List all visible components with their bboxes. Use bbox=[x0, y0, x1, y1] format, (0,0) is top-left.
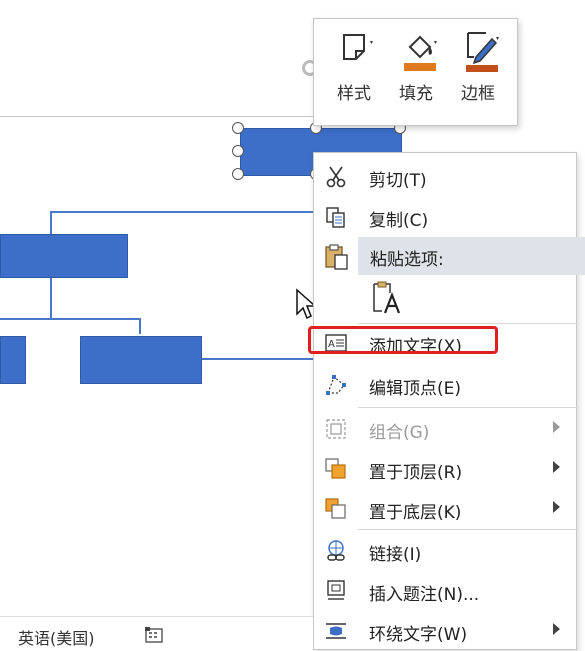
mini-toolbar: 样式 填充 边框 bbox=[313, 18, 518, 126]
connector-line bbox=[50, 277, 52, 319]
edit-points-icon bbox=[326, 375, 346, 395]
connector-line bbox=[0, 318, 140, 320]
paste-options-header: 粘贴选项: bbox=[358, 237, 585, 275]
connector-line bbox=[50, 211, 313, 213]
menu-item-edit-points[interactable]: 编辑顶点(E) bbox=[314, 365, 576, 403]
submenu-arrow-icon bbox=[553, 461, 560, 473]
send-to-back-label: 置于底层(K) bbox=[369, 503, 462, 523]
status-bar: 英语(美国) bbox=[0, 616, 313, 651]
paste-options-label: 粘贴选项: bbox=[370, 250, 444, 270]
connector-line bbox=[50, 211, 52, 235]
resize-handle[interactable] bbox=[232, 145, 244, 157]
submenu-arrow-icon bbox=[553, 623, 560, 635]
menu-item-insert-caption[interactable]: 插入题注(N)... bbox=[314, 571, 576, 609]
menu-item-copy[interactable]: 复制(C) bbox=[314, 197, 576, 235]
org-shape[interactable] bbox=[0, 234, 128, 278]
bring-to-front-icon bbox=[325, 458, 346, 479]
shape-style-icon bbox=[343, 34, 373, 60]
wrap-text-icon bbox=[326, 623, 346, 639]
border-label: 边框 bbox=[461, 84, 495, 104]
scissors-icon bbox=[326, 166, 346, 188]
hyperlink-icon bbox=[327, 540, 345, 561]
submenu-arrow-icon bbox=[553, 421, 560, 433]
copy-label: 复制(C) bbox=[369, 211, 429, 231]
paint-bucket-icon bbox=[404, 35, 437, 71]
group-icon bbox=[326, 419, 346, 439]
menu-separator bbox=[358, 407, 578, 408]
submenu-arrow-icon bbox=[553, 501, 560, 513]
org-shape[interactable] bbox=[80, 336, 202, 384]
style-label: 样式 bbox=[337, 84, 371, 104]
link-label: 链接(I) bbox=[369, 545, 422, 565]
annotation-highlight-box bbox=[308, 326, 498, 354]
menu-item-send-to-back[interactable]: 置于底层(K) bbox=[314, 489, 576, 527]
resize-handle[interactable] bbox=[232, 122, 244, 134]
menu-item-cut[interactable]: 剪切(T) bbox=[314, 157, 576, 195]
cut-label: 剪切(T) bbox=[369, 171, 427, 191]
resize-handle[interactable] bbox=[232, 168, 244, 180]
caption-icon bbox=[327, 580, 345, 600]
send-to-back-icon bbox=[325, 498, 346, 519]
pen-outline-icon bbox=[466, 32, 499, 72]
style-button[interactable]: 样式 bbox=[324, 19, 384, 127]
group-label: 组合(G) bbox=[369, 423, 430, 443]
page-guide-line bbox=[0, 116, 313, 117]
menu-separator bbox=[358, 529, 578, 530]
macro-record-icon[interactable] bbox=[143, 626, 165, 644]
menu-item-group[interactable]: 组合(G) bbox=[314, 409, 576, 447]
border-button[interactable]: 边框 bbox=[448, 19, 508, 127]
edit-points-label: 编辑顶点(E) bbox=[369, 379, 462, 399]
copy-icon bbox=[326, 207, 345, 228]
menu-item-bring-to-front[interactable]: 置于顶层(R) bbox=[314, 449, 576, 487]
paste-clipboard-icon bbox=[325, 244, 348, 270]
insert-caption-label: 插入题注(N)... bbox=[369, 585, 480, 605]
org-shape[interactable] bbox=[0, 336, 26, 384]
paste-keep-text-only-icon[interactable] bbox=[370, 281, 404, 315]
bring-to-front-label: 置于顶层(R) bbox=[369, 463, 463, 483]
wrap-text-label: 环绕文字(W) bbox=[369, 625, 468, 645]
connector-line bbox=[139, 318, 141, 334]
language-indicator[interactable]: 英语(美国) bbox=[18, 625, 95, 649]
fill-button[interactable]: 填充 bbox=[386, 19, 446, 127]
menu-item-wrap-text[interactable]: 环绕文字(W) bbox=[314, 611, 576, 649]
context-menu: 剪切(T) 复制(C) 粘贴选项: A 添加文字(X) 编辑顶点(E) 组合(G… bbox=[313, 152, 585, 650]
connector-line bbox=[200, 358, 313, 360]
menu-item-link[interactable]: 链接(I) bbox=[314, 531, 576, 569]
fill-label: 填充 bbox=[399, 84, 433, 104]
